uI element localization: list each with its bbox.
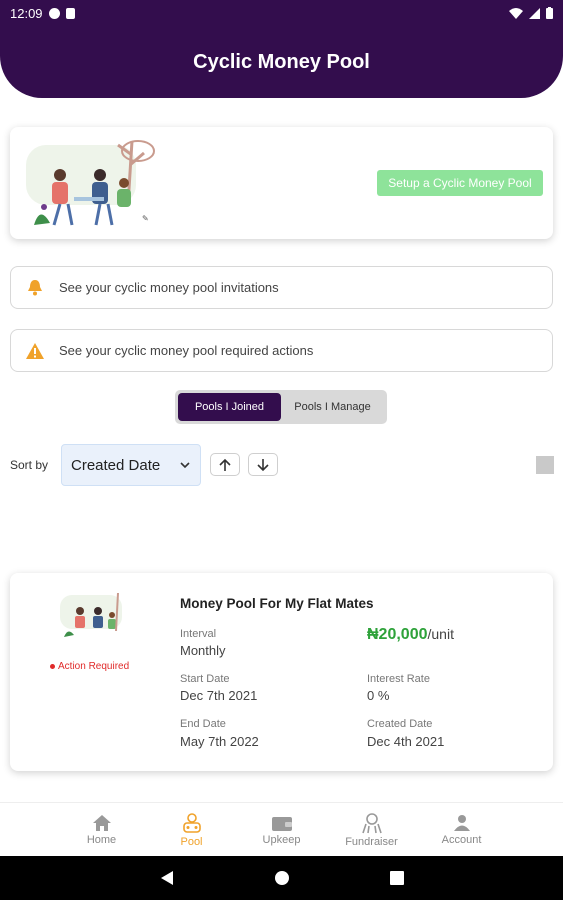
battery-icon [546, 7, 553, 19]
pool-tabs: Pools I Joined Pools I Manage [175, 390, 387, 424]
nav-pool-label: Pool [180, 835, 203, 848]
status-dot [50, 664, 55, 669]
nav-account[interactable]: Account [417, 803, 507, 856]
home-icon [92, 814, 111, 831]
arrow-down-icon [257, 458, 269, 471]
invitations-label: See your cyclic money pool invitations [59, 280, 279, 295]
sort-descending-button[interactable] [248, 453, 278, 476]
interest-rate-label: Interest Rate [367, 673, 430, 685]
nav-pool[interactable]: Pool [147, 803, 237, 856]
tab-pools-manage[interactable]: Pools I Manage [281, 393, 384, 421]
amount-unit: /unit [427, 626, 454, 642]
view-toggle-checkbox[interactable] [536, 456, 554, 474]
warning-icon [25, 342, 45, 359]
home-button-icon[interactable] [274, 870, 290, 886]
setup-card: ✎ Setup a Cyclic Money Pool [10, 127, 553, 239]
nav-fundraiser-label: Fundraiser [345, 835, 398, 848]
sort-ascending-button[interactable] [210, 453, 240, 476]
pool-amount: ₦20,000/unit [367, 626, 454, 644]
system-nav-bar [0, 856, 563, 900]
sort-selected-value: Created Date [71, 456, 161, 474]
created-date-value: Dec 4th 2021 [367, 734, 445, 749]
setup-pool-button[interactable]: Setup a Cyclic Money Pool [377, 170, 543, 196]
end-date-label: End Date [180, 718, 226, 730]
storage-notification-icon [65, 7, 75, 19]
nav-upkeep[interactable]: Upkeep [237, 803, 327, 856]
invitations-link[interactable]: See your cyclic money pool invitations [10, 266, 553, 309]
wifi-icon [509, 7, 523, 19]
status-label: Action Required [58, 661, 130, 672]
pool-icon [182, 812, 201, 833]
amount-value: ₦20,000 [367, 626, 428, 643]
sort-label: Sort by [10, 458, 49, 472]
status-badge: Action Required [50, 661, 129, 672]
nav-home-label: Home [86, 833, 117, 846]
required-actions-label: See your cyclic money pool required acti… [59, 343, 314, 358]
signal-icon [529, 7, 540, 19]
clock: 12:09 [10, 5, 43, 21]
start-date-value: Dec 7th 2021 [180, 688, 258, 703]
svg-text:✎: ✎ [142, 214, 149, 223]
recents-icon[interactable] [389, 871, 404, 885]
bottom-nav: Home Pool Upkeep Fundraiser Account [0, 802, 563, 856]
status-bar: 12:09 [0, 0, 563, 26]
nav-upkeep-label: Upkeep [262, 833, 301, 846]
bell-icon [25, 279, 45, 296]
interval-label: Interval [180, 628, 217, 640]
people-illustration: ✎ [26, 140, 155, 226]
chevron-down-icon [180, 462, 190, 469]
pool-title: Money Pool For My Flat Mates [180, 596, 374, 611]
required-actions-link[interactable]: See your cyclic money pool required acti… [10, 329, 553, 372]
person-icon [453, 814, 470, 831]
arrow-up-icon [219, 458, 231, 471]
nav-account-label: Account [441, 833, 482, 846]
wallet-icon [271, 816, 292, 831]
fundraiser-icon [361, 812, 382, 833]
pool-card[interactable]: Action Required Money Pool For My Flat M… [10, 573, 553, 771]
back-icon[interactable] [160, 870, 174, 886]
sort-select[interactable]: Created Date [61, 444, 201, 486]
start-date-label: Start Date [180, 673, 230, 685]
app-notification-icon [48, 7, 60, 19]
end-date-value: May 7th 2022 [180, 734, 259, 749]
created-date-label: Created Date [367, 718, 433, 730]
interest-rate-value: 0 % [367, 688, 390, 703]
nav-fundraiser[interactable]: Fundraiser [327, 803, 417, 856]
page-title: Cyclic Money Pool [193, 50, 370, 73]
app-header: Cyclic Money Pool [0, 26, 563, 98]
pool-illustration [60, 592, 122, 637]
nav-home[interactable]: Home [57, 803, 147, 856]
interval-value: Monthly [180, 643, 226, 658]
tab-pools-joined[interactable]: Pools I Joined [178, 393, 281, 421]
